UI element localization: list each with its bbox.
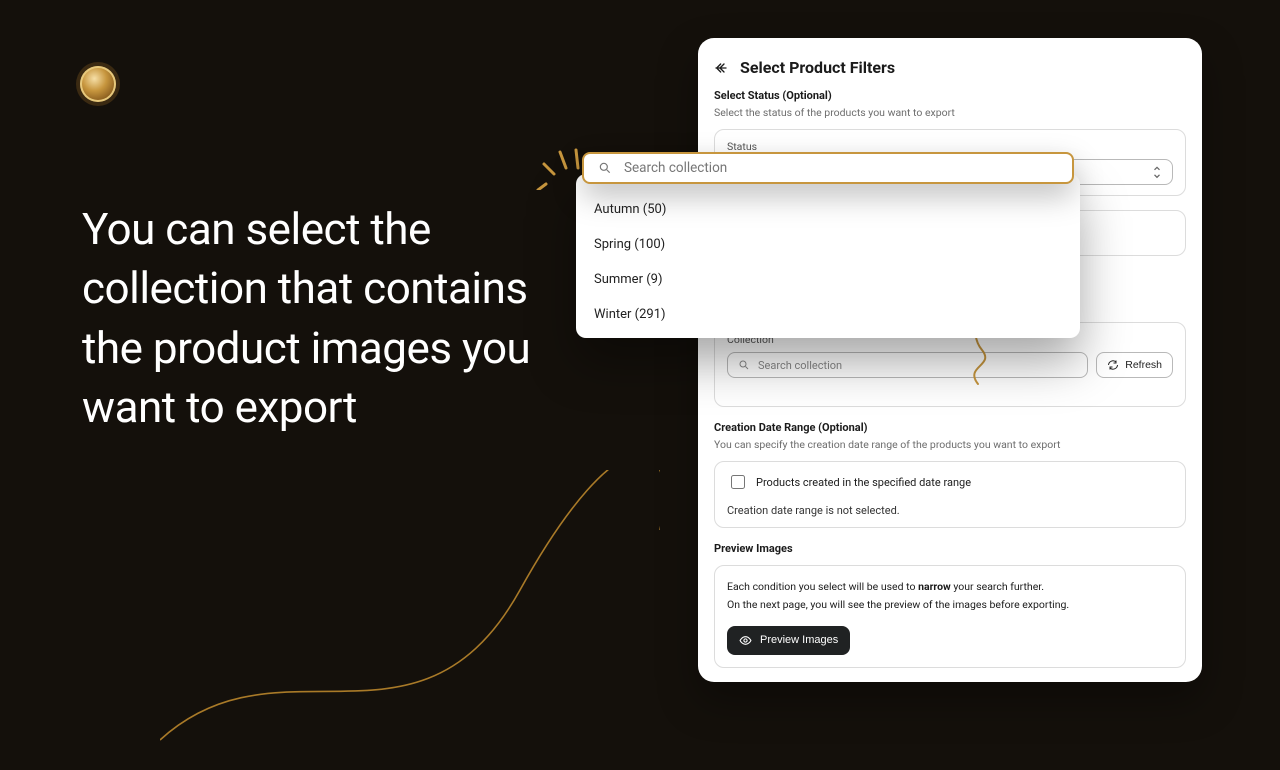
date-range-checkbox[interactable] (731, 475, 745, 489)
dropdown-item[interactable]: Spring (100) (582, 227, 1074, 262)
eye-icon (739, 634, 752, 647)
preview-line1-prefix: Each condition you select will be used t… (727, 580, 918, 593)
collection-search-placeholder: Search collection (758, 359, 842, 372)
preview-section: Preview Images Each condition you select… (714, 542, 1186, 668)
dropdown-item[interactable]: Autumn (50) (582, 192, 1074, 227)
preview-card: Each condition you select will be used t… (714, 565, 1186, 668)
back-arrow-icon[interactable] (714, 60, 730, 76)
status-heading: Select Status (Optional) (714, 89, 1186, 102)
filters-panel: Select Product Filters Select Status (Op… (698, 38, 1202, 682)
app-logo (80, 66, 116, 102)
preview-line2: On the next page, you will see the previ… (727, 596, 1173, 614)
date-range-heading: Creation Date Range (Optional) (714, 421, 1186, 434)
date-range-section: Creation Date Range (Optional) You can s… (714, 421, 1186, 528)
preview-line1-strong: narrow (918, 580, 951, 593)
panel-title-row: Select Product Filters (714, 58, 1186, 77)
refresh-button[interactable]: Refresh (1096, 352, 1173, 378)
date-range-checkbox-row[interactable]: Products created in the specified date r… (727, 472, 1173, 492)
search-icon (738, 359, 750, 371)
download-icon (90, 76, 106, 92)
dropdown-search-input[interactable]: Search collection (582, 152, 1074, 184)
dropdown-item[interactable]: Summer (9) (582, 262, 1074, 297)
decorative-wave (160, 470, 660, 770)
dropdown-search-placeholder: Search collection (624, 160, 727, 176)
panel-title: Select Product Filters (740, 58, 895, 77)
hero-text: You can select the collection that conta… (82, 200, 532, 438)
dropdown-item[interactable]: Winter (291) (582, 297, 1074, 332)
preview-heading: Preview Images (714, 542, 1186, 555)
date-range-card: Products created in the specified date r… (714, 461, 1186, 528)
collection-search-input[interactable]: Search collection (727, 352, 1088, 378)
refresh-icon (1107, 359, 1119, 371)
collection-dropdown: Search collection Autumn (50) Spring (10… (576, 174, 1080, 338)
date-range-subtext: You can specify the creation date range … (714, 438, 1186, 451)
date-range-checkbox-label: Products created in the specified date r… (756, 476, 971, 489)
status-subtext: Select the status of the products you wa… (714, 106, 1186, 119)
search-icon (598, 161, 612, 175)
select-chevrons-icon (1152, 164, 1162, 181)
preview-images-button[interactable]: Preview Images (727, 626, 850, 655)
preview-line1-suffix: your search further. (951, 580, 1044, 593)
date-range-hint: Creation date range is not selected. (727, 504, 1173, 517)
